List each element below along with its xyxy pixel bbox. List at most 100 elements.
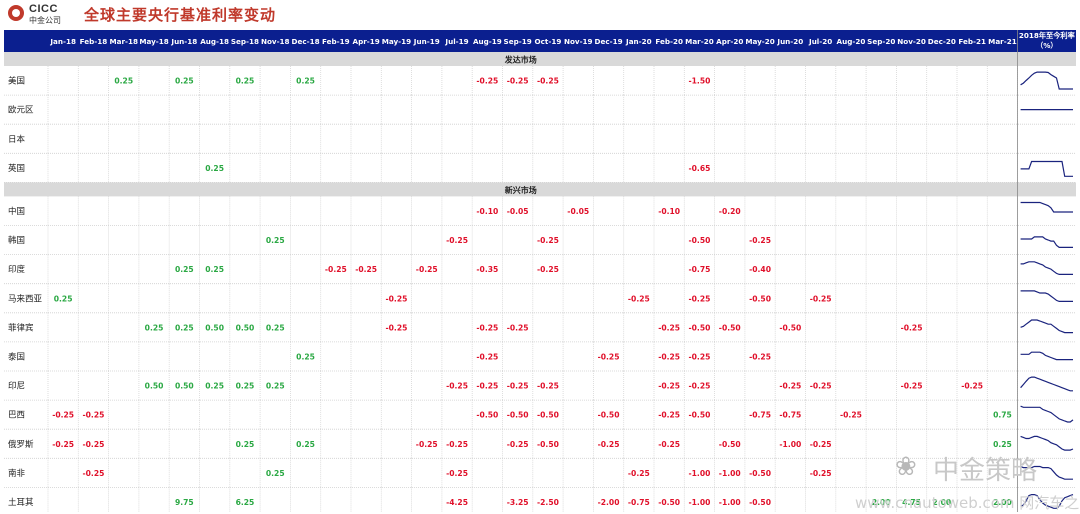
rate-change-value: -0.25 [537, 382, 559, 391]
rate-change-value: -0.25 [537, 77, 559, 86]
logo-mark-icon [8, 5, 24, 21]
rate-change-value: -0.40 [749, 265, 771, 274]
section-title: 发达市场 [504, 55, 537, 65]
row-label: 韩国 [8, 235, 25, 246]
rate-change-value: 0.50 [145, 382, 164, 391]
rate-change-value: 0.25 [993, 440, 1012, 449]
page-title: 全球主要央行基准利率变动 [84, 6, 277, 24]
rate-change-value: -1.00 [719, 469, 741, 478]
rate-change-value: -0.50 [749, 294, 771, 303]
page-header: CICC 中金公司 全球主要央行基准利率变动 [0, 0, 1080, 28]
cicc-logo: CICC 中金公司 [8, 3, 80, 25]
column-header: Feb-20 [655, 37, 683, 46]
watermark-url: www.cnautoweb.com 网汽车之家 [855, 494, 1080, 512]
trend-sparkline [1020, 376, 1073, 392]
column-header: Jul-19 [444, 37, 468, 46]
rate-change-value: -0.25 [689, 382, 711, 391]
column-header: Aug-19 [473, 37, 502, 46]
row-label: 日本 [8, 134, 26, 145]
rate-change-value: -2.50 [537, 498, 559, 507]
rate-change-value: -0.25 [658, 440, 680, 449]
rate-change-value: -0.25 [658, 352, 680, 361]
rate-change-value: -0.25 [810, 382, 832, 391]
rate-change-value: -0.10 [658, 207, 680, 216]
rate-change-value: -0.25 [507, 382, 529, 391]
column-header: May-18 [139, 37, 168, 46]
rate-change-value: 0.25 [296, 352, 315, 361]
rate-change-value: -1.00 [689, 469, 711, 478]
rate-change-value: -0.25 [901, 382, 923, 391]
watermark-name: 中金策略 [933, 456, 1038, 486]
column-header: May-20 [745, 37, 774, 46]
column-header: Dec-19 [595, 37, 623, 46]
rate-change-value: 0.25 [266, 236, 285, 245]
row-label: 马来西亚 [8, 294, 43, 304]
column-header: Feb-18 [80, 37, 108, 46]
rate-change-value: -0.25 [476, 352, 498, 361]
rate-change-value: 0.25 [175, 265, 194, 274]
logo-text-cn: 中金公司 [29, 16, 61, 25]
trend-sparkline [1020, 290, 1073, 302]
rate-change-value: -0.25 [52, 440, 74, 449]
row-label: 中国 [8, 206, 25, 217]
rate-change-value: 6.25 [236, 498, 255, 507]
rate-change-value: -1.50 [689, 77, 711, 86]
column-header: Sep-19 [504, 37, 532, 46]
row-label: 菲律宾 [8, 322, 34, 333]
rate-change-value: -0.25 [689, 352, 711, 361]
column-header: Dec-20 [928, 37, 956, 46]
column-header: Jan-18 [49, 37, 76, 46]
rate-change-value: -0.25 [628, 469, 650, 478]
rate-change-value: 0.25 [54, 294, 73, 303]
rate-change-value: 0.25 [266, 469, 285, 478]
rate-change-value: -0.65 [689, 164, 711, 173]
column-header-trend-unit: （%） [1036, 41, 1058, 50]
row-label: 欧元区 [8, 105, 34, 116]
rate-change-value: -0.25 [810, 469, 832, 478]
column-header-trend: 2018年至今利率 [1019, 31, 1075, 40]
rate-change-value: -0.25 [476, 382, 498, 391]
column-header: Mar-20 [685, 37, 714, 46]
rate-change-value: -4.25 [446, 498, 468, 507]
rate-change-value: 0.25 [205, 164, 224, 173]
column-header: Apr-20 [716, 37, 743, 46]
row-label: 泰国 [8, 351, 25, 362]
column-header: Sep-18 [231, 37, 259, 46]
rate-change-value: -0.25 [416, 440, 438, 449]
rate-change-value: -0.25 [507, 440, 529, 449]
column-header: Jun-19 [413, 37, 440, 46]
rate-change-value: -0.25 [598, 352, 620, 361]
rate-change-value: 0.25 [236, 77, 255, 86]
row-label: 印度 [8, 264, 26, 275]
rate-change-value: -0.25 [507, 323, 529, 332]
rate-change-value: -0.25 [446, 382, 468, 391]
column-header: Feb-19 [322, 37, 350, 46]
row-label: 印尼 [8, 381, 25, 392]
column-header: Mar-18 [109, 37, 138, 46]
rate-change-value: -0.10 [476, 207, 498, 216]
rate-change-value: -0.25 [749, 236, 771, 245]
column-header: Dec-18 [292, 37, 320, 46]
rate-change-value: 0.25 [266, 323, 285, 332]
rate-change-value: 0.25 [175, 77, 194, 86]
rate-change-value: 0.25 [205, 265, 224, 274]
rate-change-value: -0.25 [840, 411, 862, 420]
column-header: May-19 [382, 37, 411, 46]
rate-change-value: -2.00 [598, 498, 620, 507]
rate-change-value: -0.75 [779, 411, 801, 420]
rate-change-value: -0.05 [507, 207, 529, 216]
trend-sparkline [1020, 405, 1074, 423]
rate-change-value: -0.50 [598, 411, 620, 420]
rate-change-value: -0.25 [810, 294, 832, 303]
column-header: Aug-18 [200, 37, 229, 46]
logo-text-en: CICC [29, 3, 58, 15]
rate-change-value: -0.75 [628, 498, 650, 507]
rate-change-value: -0.25 [83, 440, 105, 449]
rate-change-value: -0.25 [355, 265, 377, 274]
row-label: 英国 [8, 163, 25, 174]
column-header: Jun-18 [170, 37, 197, 46]
rate-change-value: -0.25 [325, 265, 347, 274]
rate-change-value: -0.25 [658, 411, 680, 420]
rate-change-value: -0.50 [689, 323, 711, 332]
rate-change-value: 0.25 [296, 440, 315, 449]
